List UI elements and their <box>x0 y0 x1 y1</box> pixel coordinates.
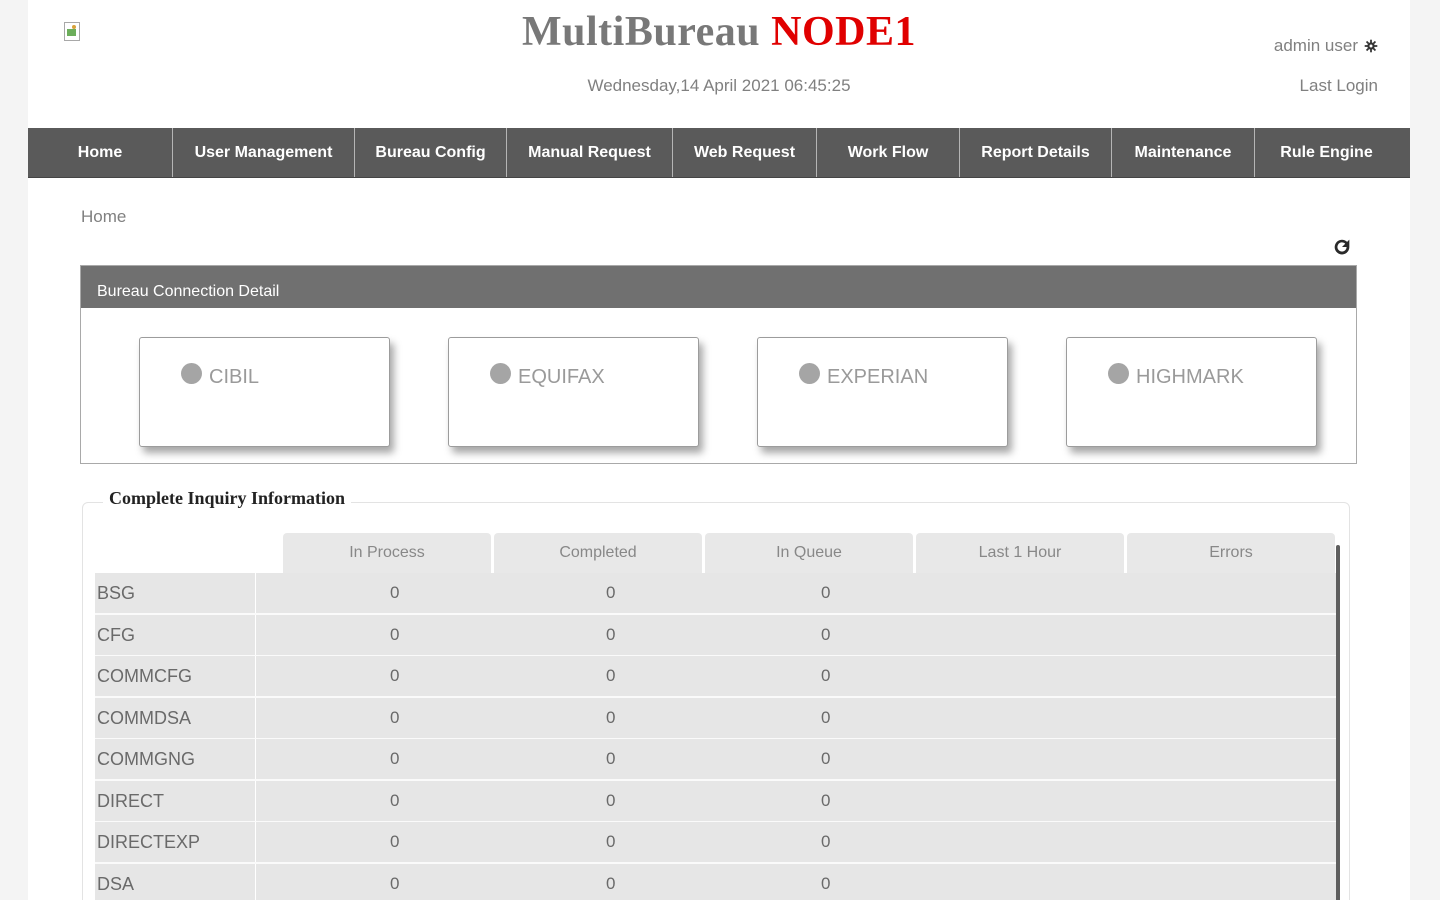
nav-item-manual-request[interactable]: Manual Request <box>507 128 673 177</box>
in-queue-value: 0 <box>821 749 831 768</box>
in-queue-value: 0 <box>821 873 831 893</box>
in-queue-value: 0 <box>821 790 831 810</box>
completed-value: 0 <box>606 749 616 768</box>
bureau-card-equifax[interactable]: EQUIFAX <box>448 337 699 447</box>
nav-item-bureau-config[interactable]: Bureau Config <box>355 128 507 177</box>
row-label: DIRECT <box>95 780 255 821</box>
table-row: COMMGNG 0 0 0 <box>95 739 1336 781</box>
status-dot-icon <box>1108 363 1129 384</box>
completed-value: 0 <box>606 790 616 810</box>
status-dot-icon <box>799 363 820 384</box>
completed-value: 0 <box>606 873 616 893</box>
table-row: DSA 0 0 0 <box>95 863 1336 900</box>
completed-value: 0 <box>606 832 616 851</box>
row-label: DSA <box>95 863 255 900</box>
table-row: CFG 0 0 0 <box>95 614 1336 656</box>
app-title: MultiBureau NODE1 <box>28 8 1410 56</box>
bureau-name: HIGHMARK <box>1136 366 1244 388</box>
in-process-value: 0 <box>390 583 400 602</box>
in-queue-value: 0 <box>821 624 831 644</box>
nav-item-rule-engine[interactable]: Rule Engine <box>1255 128 1398 177</box>
table-row: COMMDSA 0 0 0 <box>95 697 1336 739</box>
app-title-main: MultiBureau <box>522 9 761 55</box>
in-process-value: 0 <box>390 790 400 810</box>
bureau-connection-panel: Bureau Connection Detail CIBIL EQUIFAX E… <box>80 265 1357 464</box>
table-row: COMMCFG 0 0 0 <box>95 656 1336 698</box>
completed-value: 0 <box>606 583 616 602</box>
user-name: admin user <box>1273 36 1358 55</box>
in-process-value: 0 <box>390 749 400 768</box>
in-queue-value: 0 <box>821 832 831 851</box>
nav-item-work-flow[interactable]: Work Flow <box>817 128 960 177</box>
row-label: DIRECTEXP <box>95 822 255 862</box>
table-row: BSG 0 0 0 <box>95 573 1336 615</box>
current-datetime: Wednesday,14 April 2021 06:45:25 <box>587 76 851 95</box>
in-process-value: 0 <box>390 707 400 727</box>
user-menu[interactable]: admin user <box>1274 36 1378 56</box>
main-nav: Home User Management Bureau Config Manua… <box>28 128 1410 178</box>
inquiry-table-body: BSG 0 0 0 CFG 0 0 0 COMMCFG 0 0 0 COMMDS… <box>95 573 1336 900</box>
refresh-icon[interactable] <box>1331 236 1353 258</box>
in-process-value: 0 <box>390 832 400 851</box>
nav-item-maintenance[interactable]: Maintenance <box>1112 128 1255 177</box>
nav-item-user-management[interactable]: User Management <box>173 128 355 177</box>
bureau-card-experian[interactable]: EXPERIAN <box>757 337 1008 447</box>
last-login-link[interactable]: Last Login <box>1300 76 1378 96</box>
inquiry-title: Complete Inquiry Information <box>103 488 352 509</box>
row-label: COMMDSA <box>95 697 255 738</box>
bureau-panel-title: Bureau Connection Detail <box>81 266 1356 308</box>
in-process-value: 0 <box>390 873 400 893</box>
app-title-node: NODE1 <box>771 9 916 55</box>
table-scroll-edge <box>1336 545 1340 900</box>
nav-item-home[interactable]: Home <box>28 128 173 177</box>
row-label: BSG <box>95 573 255 613</box>
table-row: DIRECTEXP 0 0 0 <box>95 822 1336 864</box>
column-header: Last 1 Hour <box>916 533 1124 573</box>
row-label: CFG <box>95 614 255 655</box>
column-header: In Process <box>283 533 491 573</box>
bureau-name: EQUIFAX <box>518 366 605 388</box>
status-dot-icon <box>181 363 202 384</box>
page: MultiBureau NODE1 Wednesday,14 April 202… <box>28 0 1410 900</box>
column-header: Errors <box>1127 533 1335 573</box>
in-queue-value: 0 <box>821 707 831 727</box>
bureau-card-cibil[interactable]: CIBIL <box>139 337 390 447</box>
in-queue-value: 0 <box>821 583 831 602</box>
inquiry-table-header: In Process Completed In Queue Last 1 Hou… <box>283 533 1335 573</box>
breadcrumb[interactable]: Home <box>81 207 126 227</box>
completed-value: 0 <box>606 707 616 727</box>
bureau-name: CIBIL <box>209 366 260 388</box>
in-process-value: 0 <box>390 666 400 685</box>
table-row: DIRECT 0 0 0 <box>95 780 1336 822</box>
completed-value: 0 <box>606 666 616 685</box>
bureau-card-highmark[interactable]: HIGHMARK <box>1066 337 1317 447</box>
column-header: In Queue <box>705 533 913 573</box>
in-process-value: 0 <box>390 624 400 644</box>
completed-value: 0 <box>606 624 616 644</box>
nav-item-report-details[interactable]: Report Details <box>960 128 1112 177</box>
column-header: Completed <box>494 533 702 573</box>
status-dot-icon <box>490 363 511 384</box>
in-queue-value: 0 <box>821 666 831 685</box>
row-label: COMMGNG <box>95 739 255 779</box>
row-label: COMMCFG <box>95 656 255 696</box>
bureau-name: EXPERIAN <box>827 366 929 388</box>
gear-icon[interactable] <box>1364 39 1378 53</box>
nav-item-web-request[interactable]: Web Request <box>673 128 817 177</box>
